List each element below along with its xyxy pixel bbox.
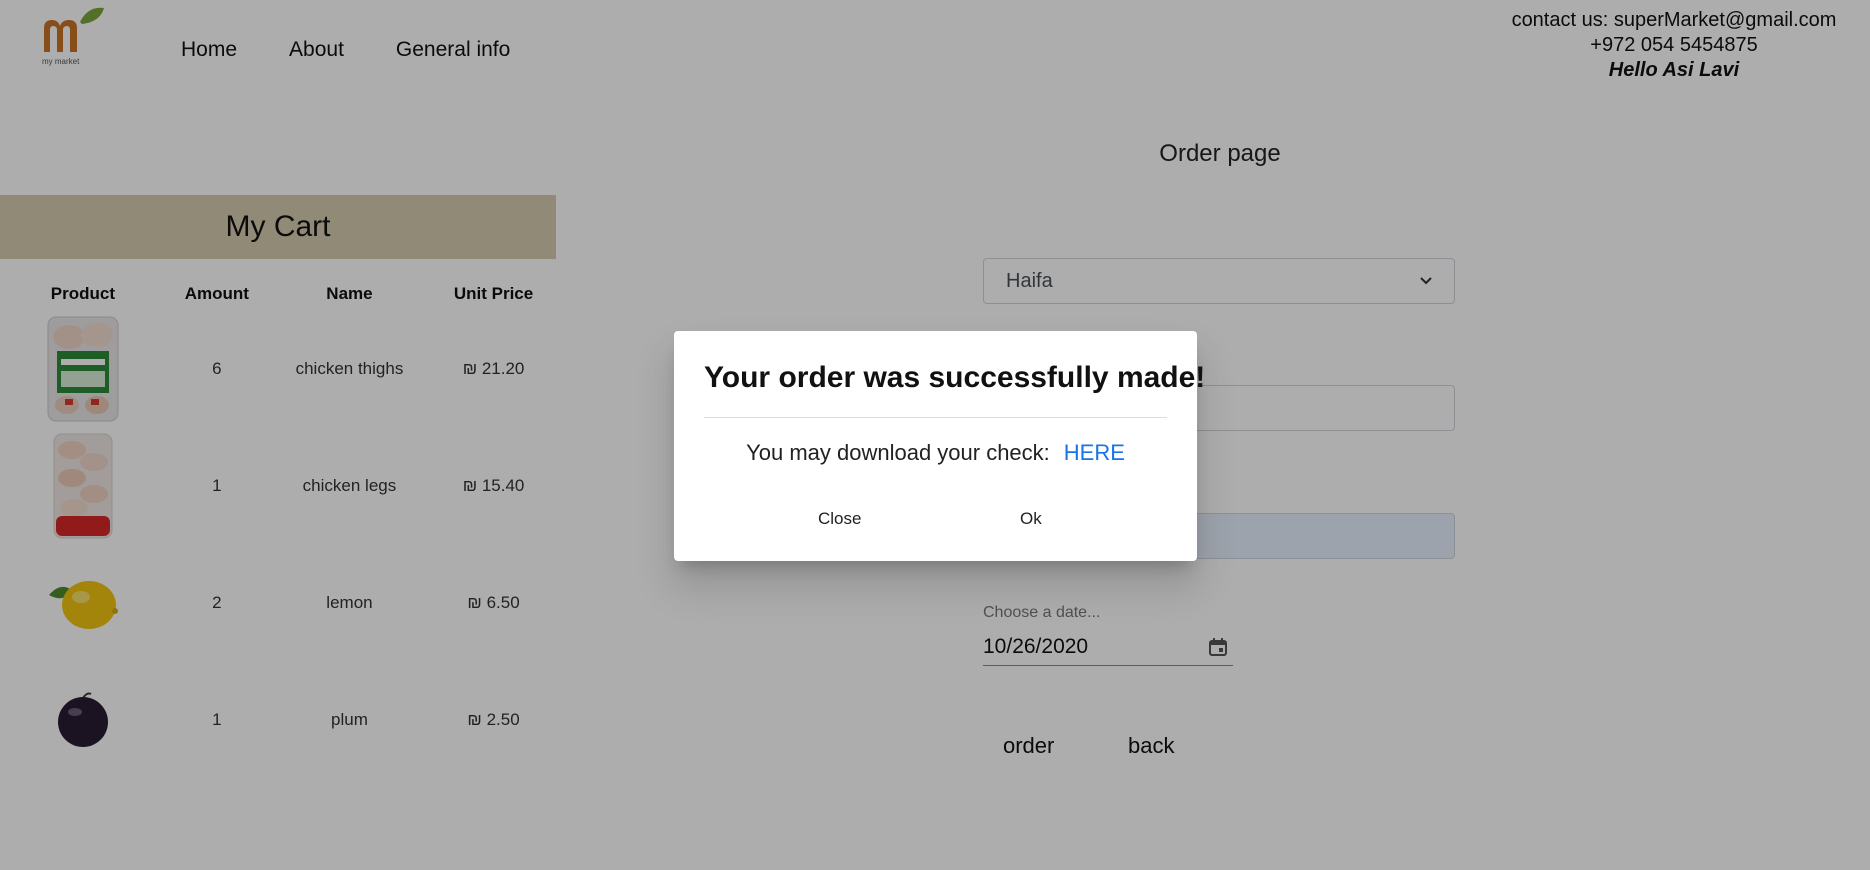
order-success-dialog: Your order was successfully made! You ma… [674,331,1206,561]
download-check-text: You may download your check: [746,440,1050,465]
order-page: my market Home About General info contac… [0,0,1870,870]
ok-button[interactable]: Ok [1008,501,1054,537]
dialog-title: Your order was successfully made! [704,361,1206,394]
dialog-divider [704,417,1167,418]
download-check-link[interactable]: HERE [1064,440,1125,465]
dialog-actions: Close Ok [674,501,1197,541]
dialog-content: You may download your check: HERE [704,440,1167,466]
close-button[interactable]: Close [806,501,873,537]
